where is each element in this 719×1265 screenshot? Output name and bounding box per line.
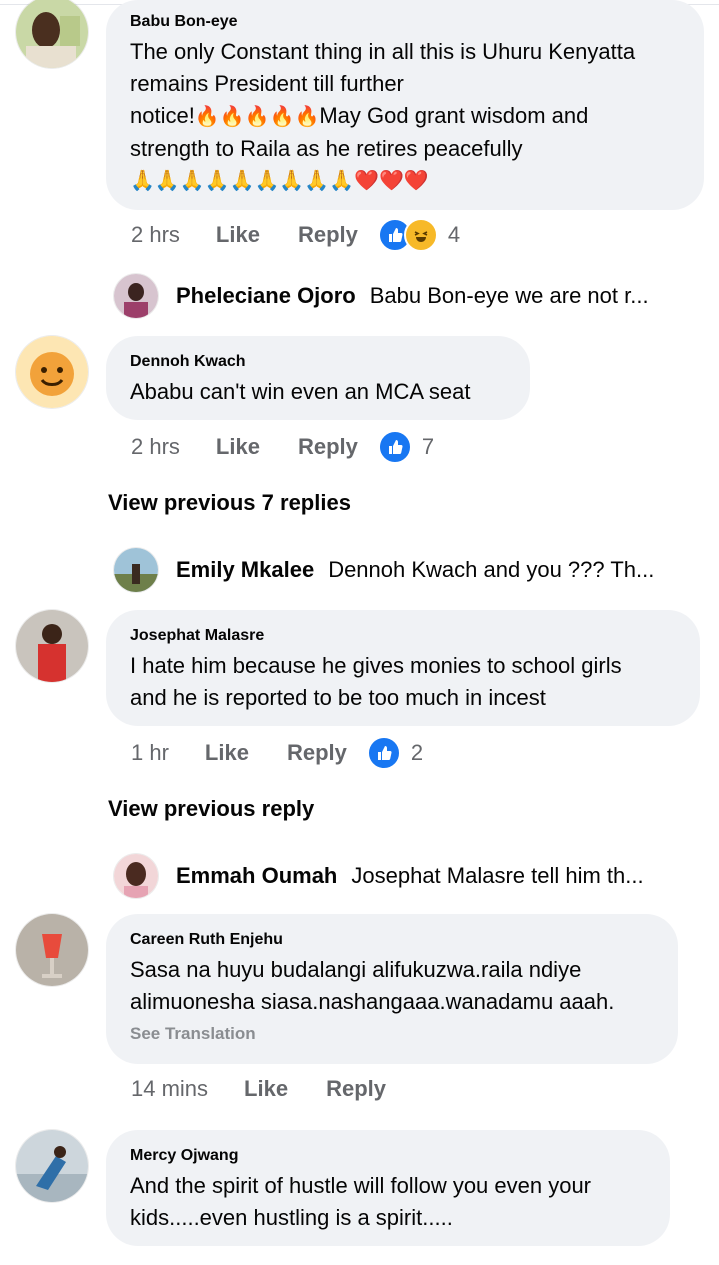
reply-text: Babu Bon-eye we are not r... — [369, 283, 649, 308]
reaction-count: 2 — [410, 740, 424, 765]
comment-actions: 2 hrs Like Reply 4 — [131, 218, 460, 252]
comment-time[interactable]: 1 hr — [131, 740, 169, 766]
reply-author[interactable]: Emmah Oumah — [176, 863, 337, 889]
reply-button[interactable]: Reply — [298, 222, 358, 248]
comment-bubble: Babu Bon-eye The only Constant thing in … — [106, 0, 704, 210]
comment-bubble: Josephat Malasre I hate him because he g… — [106, 610, 700, 726]
reply-button[interactable]: Reply — [326, 1076, 386, 1102]
like-button[interactable]: Like — [205, 740, 249, 766]
comment-author[interactable]: Careen Ruth Enjehu — [130, 930, 654, 950]
reply-preview[interactable]: Emily Mkalee Dennoh Kwach and you ??? Th… — [114, 548, 654, 592]
comment-bubble: Dennoh Kwach Ababu can't win even an MCA… — [106, 336, 530, 420]
avatar[interactable] — [16, 914, 88, 986]
reply-text: Josephat Malasre tell him th... — [351, 863, 644, 888]
comment-text: I hate him because he gives monies to sc… — [130, 650, 676, 714]
avatar[interactable] — [16, 1130, 88, 1202]
comment-bubble: Mercy Ojwang And the spirit of hustle wi… — [106, 1130, 670, 1246]
avatar[interactable] — [114, 548, 158, 592]
comment-text: And the spirit of hustle will follow you… — [130, 1170, 646, 1234]
reply-author[interactable]: Pheleciane Ojoro — [176, 283, 356, 309]
comment-text: The only Constant thing in all this is U… — [130, 36, 680, 197]
reactions-summary[interactable]: 2 — [366, 736, 424, 770]
comment-line: The only Constant thing in all this is U… — [130, 39, 636, 64]
like-button[interactable]: Like — [244, 1076, 288, 1102]
comment-text-part: May God grant wisdom and — [319, 103, 589, 128]
comment-line: alimuonesha siasa.nashangaaa.wanadamu aa… — [130, 989, 615, 1014]
comment-text: Sasa na huyu budalangi alifukuzwa.raila … — [130, 954, 654, 1018]
comment-actions: 2 hrs Like Reply 7 — [131, 430, 434, 464]
comment-line: Sasa na huyu budalangi alifukuzwa.raila … — [130, 957, 582, 982]
avatar[interactable] — [114, 274, 158, 318]
comment-time[interactable]: 2 hrs — [131, 434, 180, 460]
reply-button[interactable]: Reply — [287, 740, 347, 766]
comment-time[interactable]: 2 hrs — [131, 222, 180, 248]
reply-text: Dennoh Kwach and you ??? Th... — [328, 557, 655, 582]
view-previous-replies-link[interactable]: View previous 7 replies — [108, 490, 351, 516]
fire-emoji-icon: 🔥🔥🔥🔥🔥 — [194, 106, 320, 128]
avatar[interactable] — [16, 0, 88, 68]
comment-author[interactable]: Dennoh Kwach — [130, 352, 506, 372]
comment-author[interactable]: Babu Bon-eye — [130, 12, 680, 32]
comment-line: I hate him because he gives monies to sc… — [130, 653, 622, 678]
haha-reaction-icon — [403, 218, 438, 252]
reply-preview[interactable]: Pheleciane Ojoro Babu Bon-eye we are not… — [114, 274, 649, 318]
comment-bubble: Careen Ruth Enjehu Sasa na huyu budalang… — [106, 914, 678, 1064]
comment-line: notice!🔥🔥🔥🔥🔥May God grant wisdom and — [130, 100, 680, 133]
comment-line: strength to Raila as he retires peaceful… — [130, 136, 523, 161]
comment-line: and he is reported to be too much in inc… — [130, 685, 546, 710]
comment-actions: 14 mins Like Reply — [131, 1072, 424, 1106]
reaction-count: 4 — [447, 222, 461, 247]
reply-preview[interactable]: Emmah Oumah Josephat Malasre tell him th… — [114, 854, 644, 898]
like-reaction-icon — [377, 430, 412, 464]
like-button[interactable]: Like — [216, 434, 260, 460]
comment-text-part: notice! — [130, 103, 195, 128]
reaction-count: 7 — [421, 434, 435, 459]
avatar[interactable] — [16, 610, 88, 682]
comment-line: And the spirit of hustle will follow you… — [130, 1173, 592, 1198]
comment-time[interactable]: 14 mins — [131, 1076, 208, 1102]
avatar[interactable] — [16, 336, 88, 408]
comment-actions: 1 hr Like Reply 2 — [131, 736, 423, 770]
comment-line: remains President till further — [130, 71, 404, 96]
see-translation-link[interactable]: See Translation — [130, 1024, 654, 1044]
comment-author[interactable]: Josephat Malasre — [130, 626, 676, 646]
like-reaction-icon — [366, 736, 401, 770]
comment-line: kids.....even hustling is a spirit..... — [130, 1205, 453, 1230]
reply-button[interactable]: Reply — [298, 434, 358, 460]
reply-author[interactable]: Emily Mkalee — [176, 557, 314, 583]
like-button[interactable]: Like — [216, 222, 260, 248]
view-previous-replies-link[interactable]: View previous reply — [108, 796, 314, 822]
comment-text: Ababu can't win even an MCA seat — [130, 379, 471, 404]
comment-author[interactable]: Mercy Ojwang — [130, 1146, 646, 1166]
reactions-summary[interactable]: 7 — [377, 430, 435, 464]
reactions-summary[interactable]: 4 — [377, 218, 461, 252]
pray-heart-emoji-icon: 🙏🙏🙏🙏🙏🙏🙏🙏🙏❤️❤️❤️ — [130, 170, 429, 192]
avatar[interactable] — [114, 854, 158, 898]
